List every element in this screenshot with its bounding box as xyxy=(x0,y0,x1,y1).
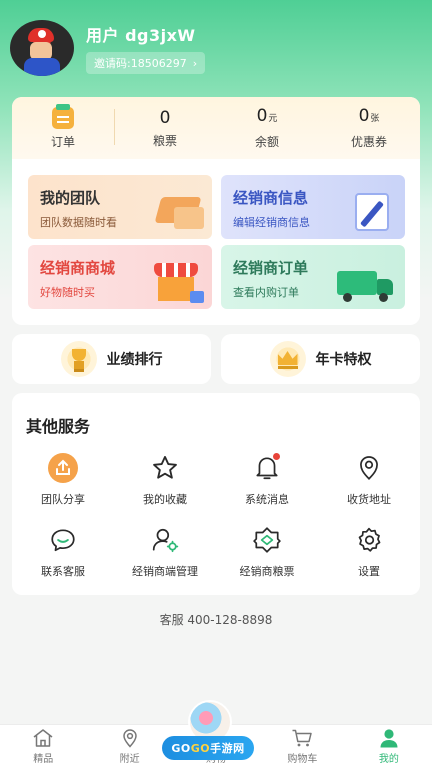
home-icon xyxy=(33,729,53,747)
chat-bubble-icon xyxy=(48,525,78,555)
dealer-order-tile[interactable]: 经销商订单 查看内购订单 xyxy=(221,245,405,309)
account-card: 订单 0 粮票 0元 余额 0张 优惠券 我的团队 团队数据随时看 经销商信息 … xyxy=(12,97,420,325)
service-dealer-management[interactable]: 经销商端管理 xyxy=(114,525,216,579)
delivery-truck-icon xyxy=(337,267,397,303)
tab-mine[interactable]: 我的 xyxy=(346,725,432,768)
stat-vouchers-label: 优惠券 xyxy=(350,135,387,149)
watermark-text: GO GO 手游网 xyxy=(162,736,254,760)
service-label: 设置 xyxy=(358,565,380,578)
dealer-info-tile[interactable]: 经销商信息 编辑经销商信息 xyxy=(221,175,405,239)
user-manage-icon xyxy=(150,525,180,555)
watermark-site: 手游网 xyxy=(210,742,245,755)
tab-label: 我的 xyxy=(378,754,399,765)
team-illustration-icon xyxy=(152,193,204,233)
service-label: 经销商粮票 xyxy=(239,565,295,578)
invite-code-text: 邀请码:18506297 xyxy=(94,57,187,70)
user-icon xyxy=(380,729,398,748)
stat-balance[interactable]: 0元 余额 xyxy=(216,97,318,159)
stat-vouchers-value: 0 xyxy=(358,106,370,126)
annual-card-privilege-label: 年卡特权 xyxy=(315,352,372,368)
user-info: 用户 dg3jxW 邀请码:18506297 › xyxy=(86,22,206,74)
stat-balance-unit: 元 xyxy=(268,114,278,124)
stat-vouchers[interactable]: 0张 优惠券 xyxy=(318,97,420,159)
order-icon xyxy=(52,103,74,129)
annual-card-privilege-button[interactable]: 年卡特权 xyxy=(221,334,420,384)
service-label: 我的收藏 xyxy=(143,493,187,506)
tab-featured[interactable]: 精品 xyxy=(0,725,86,768)
gear-icon xyxy=(354,525,384,555)
star-icon xyxy=(150,453,180,483)
avatar[interactable] xyxy=(10,20,74,76)
performance-ranking-label: 业绩排行 xyxy=(106,352,163,368)
location-pin-icon xyxy=(354,453,384,483)
other-services-card: 其他服务 团队分享 我的收藏 系统消息 收货地址 联系客服 经销商端管理 经销商… xyxy=(12,393,420,595)
stat-vouchers-unit: 张 xyxy=(370,114,380,124)
tab-label: 购物车 xyxy=(287,754,318,765)
stat-orders[interactable]: 订单 xyxy=(12,97,114,159)
username: 用户 dg3jxW xyxy=(86,26,196,45)
support-phone[interactable]: 客服 400-128-8898 xyxy=(0,611,432,628)
stat-food-coupons-value: 0 xyxy=(159,107,171,128)
service-label: 经销商端管理 xyxy=(132,565,198,578)
watermark-logo: GO GO 手游网 xyxy=(162,700,254,766)
chevron-right-icon: › xyxy=(192,56,198,70)
tab-label: 附近 xyxy=(119,754,140,765)
cart-icon xyxy=(292,729,313,747)
service-team-share[interactable]: 团队分享 xyxy=(12,453,114,507)
share-upload-icon xyxy=(48,453,78,483)
stat-balance-value-wrap: 0元 xyxy=(257,106,278,129)
trophy-icon xyxy=(60,341,97,377)
profile-header[interactable]: 用户 dg3jxW 邀请码:18506297 › xyxy=(10,20,206,76)
stat-balance-value: 0 xyxy=(256,106,268,126)
stats-row: 订单 0 粮票 0元 余额 0张 优惠券 xyxy=(12,97,420,159)
dealer-mall-tile[interactable]: 经销商商城 好物随时买 xyxy=(28,245,212,309)
shop-storefront-icon xyxy=(152,261,204,303)
tab-nearby[interactable]: 附近 xyxy=(86,725,172,768)
tab-cart[interactable]: 购物车 xyxy=(259,725,345,768)
invite-code-badge[interactable]: 邀请码:18506297 › xyxy=(86,52,206,74)
ticket-icon xyxy=(252,525,282,555)
service-system-messages[interactable]: 系统消息 xyxy=(216,453,318,507)
service-customer-support[interactable]: 联系客服 xyxy=(12,525,114,579)
location-icon xyxy=(122,729,137,748)
service-dealer-food-coupons[interactable]: 经销商粮票 xyxy=(216,525,318,579)
stat-orders-label: 订单 xyxy=(50,134,75,149)
watermark-go-a: GO xyxy=(171,741,191,755)
stat-vouchers-value-wrap: 0张 xyxy=(359,106,380,129)
service-label: 收货地址 xyxy=(347,493,391,506)
stat-food-coupons[interactable]: 0 粮票 xyxy=(114,97,216,159)
service-label: 团队分享 xyxy=(41,493,85,506)
service-favorites[interactable]: 我的收藏 xyxy=(114,453,216,507)
services-title: 其他服务 xyxy=(26,417,91,436)
watermark-go-b: GO xyxy=(190,741,211,755)
service-settings[interactable]: 设置 xyxy=(318,525,420,579)
stat-balance-label: 余额 xyxy=(254,135,279,149)
service-shipping-address[interactable]: 收货地址 xyxy=(318,453,420,507)
service-label: 联系客服 xyxy=(41,565,85,578)
edit-document-icon xyxy=(351,189,397,233)
performance-ranking-button[interactable]: 业绩排行 xyxy=(12,334,211,384)
notification-dot xyxy=(273,453,280,460)
crown-icon xyxy=(269,341,306,377)
service-label: 系统消息 xyxy=(245,493,289,506)
bell-icon xyxy=(252,453,282,483)
stat-food-coupons-label: 粮票 xyxy=(152,133,177,148)
my-team-tile[interactable]: 我的团队 团队数据随时看 xyxy=(28,175,212,239)
stat-divider xyxy=(114,109,115,145)
tab-label: 精品 xyxy=(33,754,54,765)
